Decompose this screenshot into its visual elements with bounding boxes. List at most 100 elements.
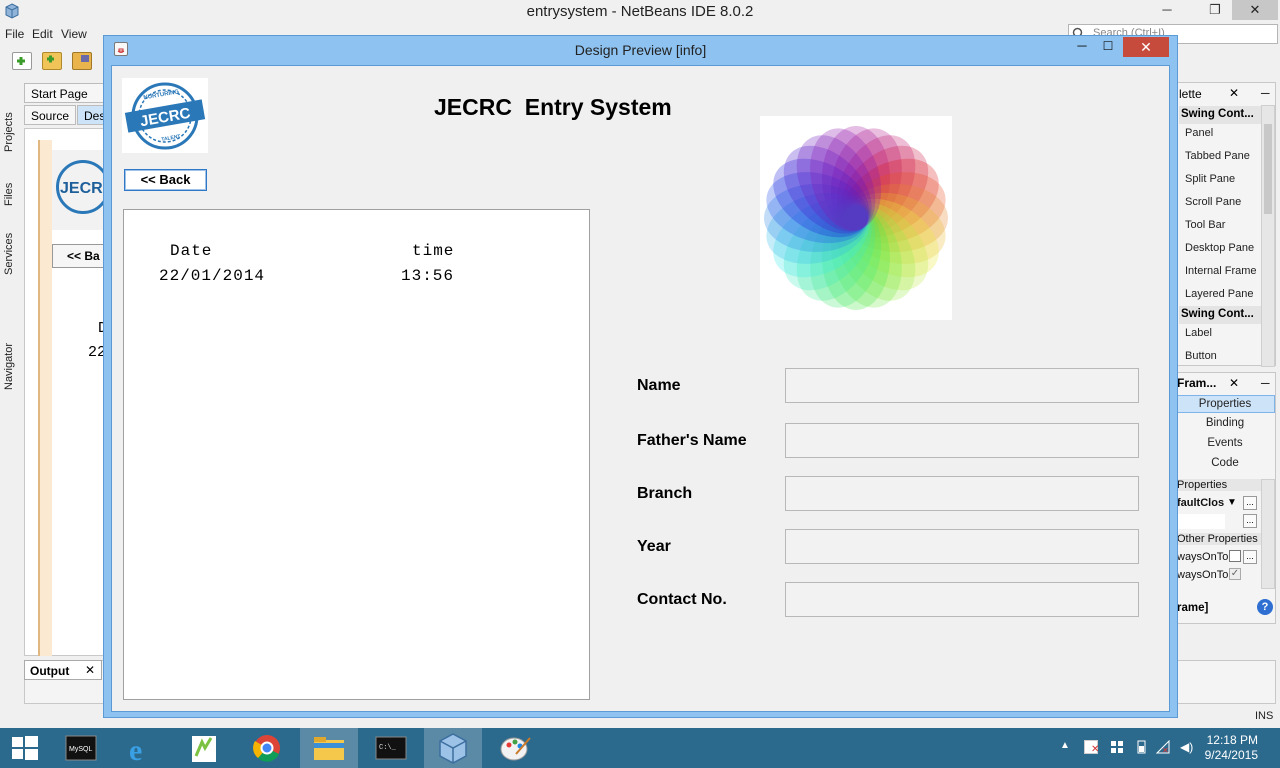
minimize-icon[interactable]: ─ [1261, 376, 1270, 390]
palette-item-tool-bar[interactable]: Tool Bar [1185, 219, 1225, 231]
palette-item-layered-pane[interactable]: Layered Pane [1185, 288, 1254, 300]
time-header: time [412, 242, 455, 260]
name-label: Name [637, 377, 681, 394]
minimize-icon[interactable]: ─ [1261, 86, 1270, 100]
tab-design[interactable]: Des [77, 105, 105, 125]
clock-date: 9/24/2015 [1204, 748, 1258, 762]
contact-label: Contact No. [637, 591, 727, 608]
netbeans-taskbar-button[interactable] [424, 728, 482, 768]
dropdown-arrow-icon[interactable]: ▼ [1227, 497, 1237, 508]
ellipsis-button[interactable]: ... [1243, 550, 1257, 564]
preview-maximize-button[interactable]: ☐ [1097, 37, 1119, 57]
father-name-field[interactable] [785, 423, 1139, 458]
color-wheel-image [760, 116, 952, 320]
tab-code[interactable]: Code [1175, 457, 1275, 469]
palette-scrollbar[interactable] [1261, 105, 1275, 367]
windows-update-icon[interactable] [1110, 740, 1124, 754]
tab-services[interactable]: Services [3, 227, 15, 275]
property-title-field[interactable] [1177, 514, 1225, 529]
notepad-plus-taskbar-button[interactable] [176, 728, 234, 768]
command-prompt-taskbar-button[interactable]: C:\_ [362, 728, 420, 768]
tab-navigator[interactable]: Navigator [3, 330, 15, 390]
palette-item-label[interactable]: Label [1185, 327, 1212, 339]
back-button[interactable]: << Back [124, 169, 207, 191]
palette-item-button[interactable]: Button [1185, 350, 1217, 362]
tray-expand-icon[interactable]: ▲ [1060, 740, 1074, 754]
tab-source[interactable]: Source [24, 105, 76, 125]
mysql-taskbar-button[interactable]: MySQL [52, 728, 110, 768]
palette-section-containers[interactable]: Swing Cont... [1179, 106, 1261, 124]
palette-item-tabbed-pane[interactable]: Tabbed Pane [1185, 150, 1250, 162]
tab-files[interactable]: Files [3, 176, 15, 206]
file-explorer-taskbar-button[interactable] [300, 728, 358, 768]
editor-margin [38, 140, 52, 656]
contact-field[interactable] [785, 582, 1139, 617]
folder-icon [314, 737, 344, 760]
output-tab-label: Output [30, 664, 70, 678]
volume-icon[interactable]: ◀) [1180, 740, 1194, 754]
design-preview-window: Design Preview [info] ─ ☐ ✕ JECRC NURTUR… [103, 35, 1178, 718]
new-file-icon[interactable] [12, 52, 32, 70]
chrome-taskbar-button[interactable] [238, 728, 296, 768]
paint-taskbar-button[interactable] [486, 728, 544, 768]
windows-logo-icon [12, 736, 38, 760]
palette-item-desktop-pane[interactable]: Desktop Pane [1185, 242, 1254, 254]
internet-explorer-icon: e [129, 734, 142, 767]
tab-output[interactable]: Output ✕ [24, 660, 102, 680]
properties-scrollbar[interactable] [1261, 479, 1275, 589]
preview-window-title: Design Preview [info] [574, 42, 707, 58]
insert-mode-indicator: INS [1255, 710, 1274, 722]
property-default-close[interactable]: faultClos [1177, 497, 1224, 509]
branch-field[interactable] [785, 476, 1139, 511]
svg-text:✕: ✕ [1162, 746, 1169, 754]
close-icon[interactable]: ✕ [1229, 86, 1239, 100]
palette-section-controls[interactable]: Swing Cont... [1179, 306, 1261, 324]
close-icon[interactable]: ✕ [85, 663, 95, 677]
restore-button[interactable]: ❐ [1202, 0, 1228, 20]
tab-projects[interactable]: Projects [3, 86, 15, 152]
tab-start-page[interactable]: Start Page [24, 83, 106, 103]
help-icon[interactable]: ? [1257, 599, 1273, 615]
battery-icon[interactable] [1134, 740, 1148, 754]
preview-content: JECRC NURTURING TALENT JECRC Entry Syste… [111, 65, 1170, 712]
menu-view[interactable]: View [61, 27, 87, 41]
action-center-icon[interactable]: ✕ [1084, 740, 1099, 755]
network-icon[interactable]: ✕ [1155, 739, 1170, 755]
chrome-icon [253, 735, 280, 762]
property-always-on-top: waysOnTo [1177, 551, 1229, 563]
preview-minimize-button[interactable]: ─ [1071, 37, 1093, 57]
system-clock[interactable]: 12:18 PM 9/24/2015 [1205, 733, 1258, 763]
open-project-icon[interactable] [72, 52, 92, 70]
properties-panel: Fram... ✕ ─ Properties Binding Events Co… [1174, 372, 1276, 624]
paint-icon [500, 737, 531, 761]
menu-edit[interactable]: Edit [32, 27, 53, 41]
notepad-plus-icon [192, 736, 216, 762]
property-always-on-top-supported: waysOnTo [1177, 569, 1229, 581]
tab-binding[interactable]: Binding [1175, 417, 1275, 429]
new-project-icon[interactable] [42, 52, 62, 70]
datetime-panel: Date time 22/01/2014 13:56 [123, 209, 590, 700]
palette-item-panel[interactable]: Panel [1185, 127, 1213, 139]
name-field[interactable] [785, 368, 1139, 403]
ellipsis-button[interactable]: ... [1243, 496, 1257, 510]
palette-item-split-pane[interactable]: Split Pane [1185, 173, 1235, 185]
checkbox[interactable] [1229, 550, 1241, 562]
taskbar: MySQL e C:\_ ▲ ✕ ✕ ◀) 12:18 PM 9/24/2015 [0, 728, 1280, 768]
close-button[interactable]: ✕ [1232, 0, 1278, 20]
close-icon[interactable]: ✕ [1229, 376, 1239, 390]
palette-item-internal-frame[interactable]: Internal Frame [1185, 265, 1257, 277]
checkbox-checked[interactable]: ✓ [1229, 568, 1241, 580]
svg-text:C:\_: C:\_ [379, 744, 397, 752]
start-button[interactable] [0, 728, 58, 768]
internet-explorer-taskbar-button[interactable]: e [114, 728, 172, 768]
year-field[interactable] [785, 529, 1139, 564]
minimize-button[interactable]: ─ [1154, 0, 1180, 20]
tab-properties[interactable]: Properties [1175, 395, 1275, 413]
palette-item-scroll-pane[interactable]: Scroll Pane [1185, 196, 1241, 208]
branch-label: Branch [637, 485, 693, 502]
command-prompt-icon: C:\_ [375, 736, 407, 760]
preview-close-button[interactable]: ✕ [1123, 37, 1169, 57]
menu-file[interactable]: File [5, 27, 24, 41]
tab-events[interactable]: Events [1175, 437, 1275, 449]
ellipsis-button[interactable]: ... [1243, 514, 1257, 528]
